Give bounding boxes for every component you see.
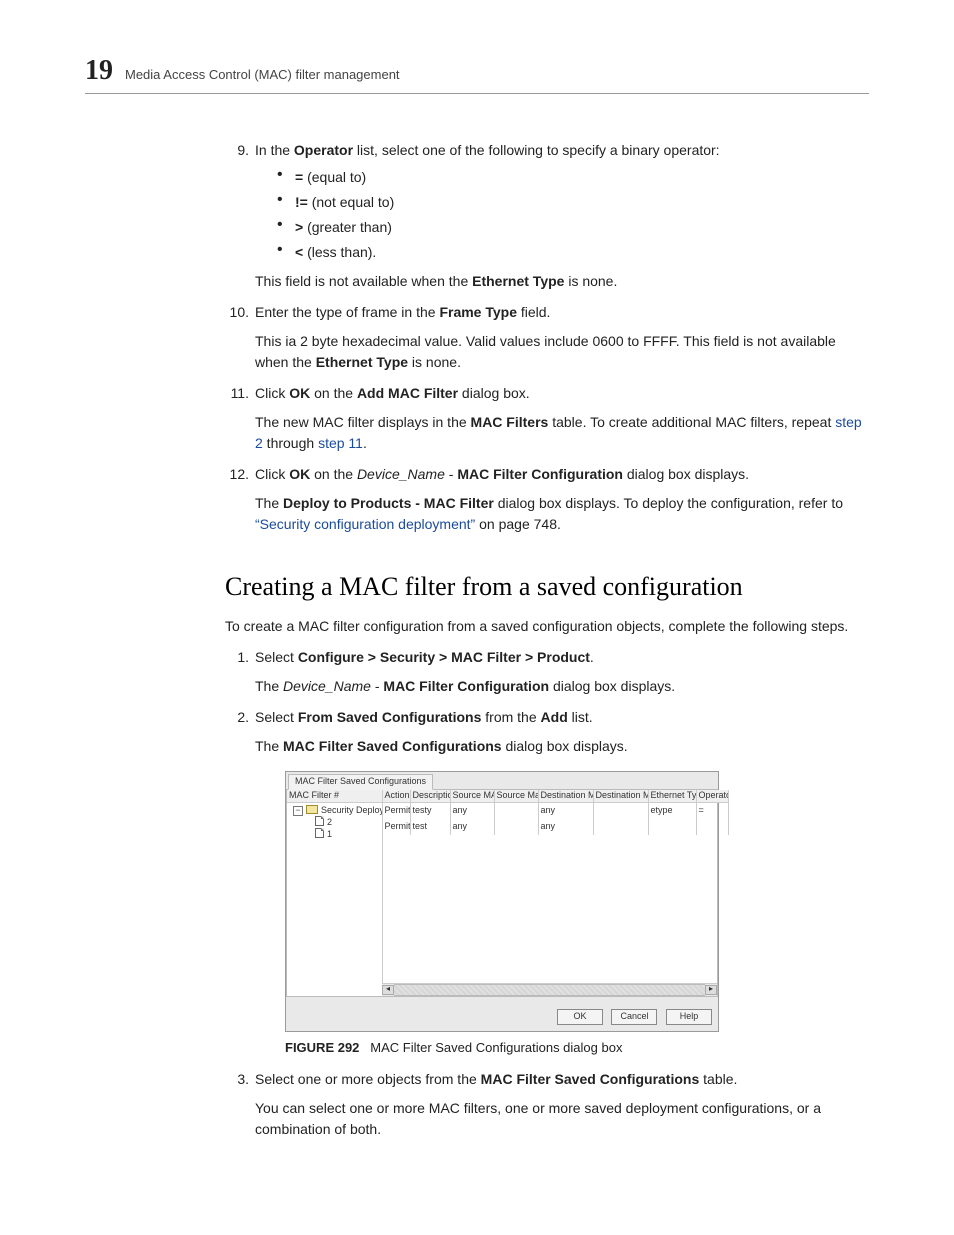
cell-dstmac: any bbox=[538, 819, 593, 835]
cell-op bbox=[696, 819, 728, 835]
create-step-1: Select Configure > Security > MAC Filter… bbox=[225, 647, 869, 697]
page-header: 19 Media Access Control (MAC) filter man… bbox=[85, 55, 869, 94]
create-step-2: Select From Saved Configurations from th… bbox=[225, 707, 869, 1057]
tree-panel[interactable]: − Security Deployment 2 1 bbox=[287, 802, 382, 983]
scroll-left-icon[interactable]: ◂ bbox=[382, 985, 394, 995]
bullet-equal: = (equal to) bbox=[277, 167, 869, 188]
cell-op: = bbox=[696, 802, 728, 819]
cell-etype: etype bbox=[648, 802, 696, 819]
th-description[interactable]: Description bbox=[410, 790, 450, 802]
cell-action: Permit bbox=[382, 819, 410, 835]
th-source-mac[interactable]: Source MAC bbox=[450, 790, 494, 802]
th-dest-mac[interactable]: Destination MAC bbox=[538, 790, 593, 802]
cell-srcmac: any bbox=[450, 802, 494, 819]
tree-root[interactable]: Security Deployment bbox=[321, 805, 382, 815]
th-operator[interactable]: Operator bbox=[696, 790, 728, 802]
page: 19 Media Access Control (MAC) filter man… bbox=[0, 0, 954, 1235]
step11-text: Click OK on the Add MAC Filter dialog bo… bbox=[255, 385, 530, 401]
step9-bullets: = (equal to) != (not equal to) > (greate… bbox=[277, 167, 869, 263]
step-12: Click OK on the Device_Name - MAC Filter… bbox=[225, 464, 869, 535]
step12-text: Click OK on the Device_Name - MAC Filter… bbox=[255, 466, 749, 482]
cell-desc: test bbox=[410, 819, 450, 835]
step-9: In the Operator list, select one of the … bbox=[225, 140, 869, 292]
table-empty-area bbox=[382, 835, 728, 983]
s1-text: Select Configure > Security > MAC Filter… bbox=[255, 649, 594, 665]
cell-etype bbox=[648, 819, 696, 835]
cell-action: Permit bbox=[382, 802, 410, 819]
scroll-right-icon[interactable]: ▸ bbox=[705, 985, 717, 995]
bullet-greater: > (greater than) bbox=[277, 217, 869, 238]
th-action[interactable]: Action bbox=[382, 790, 410, 802]
tree-collapse-icon[interactable]: − bbox=[293, 806, 303, 816]
step10-text: Enter the type of frame in the Frame Typ… bbox=[255, 304, 550, 320]
cell-srcmask bbox=[494, 819, 538, 835]
tree-item-2[interactable]: 2 bbox=[327, 817, 332, 827]
th-mac-filter-num[interactable]: MAC Filter # bbox=[287, 790, 382, 802]
steps-continued: In the Operator list, select one of the … bbox=[225, 140, 869, 535]
step-11: Click OK on the Add MAC Filter dialog bo… bbox=[225, 383, 869, 454]
s3-note: You can select one or more MAC filters, … bbox=[255, 1098, 869, 1140]
figure-292: MAC Filter Saved Configurations MAC Filt… bbox=[285, 771, 869, 1032]
document-icon bbox=[315, 816, 324, 826]
step12-note: The Deploy to Products - MAC Filter dial… bbox=[255, 493, 869, 535]
ok-button[interactable]: OK bbox=[557, 1009, 603, 1025]
cell-desc: testy bbox=[410, 802, 450, 819]
cancel-button[interactable]: Cancel bbox=[611, 1009, 657, 1025]
s1-note: The Device_Name - MAC Filter Configurati… bbox=[255, 676, 869, 697]
section-intro: To create a MAC filter configuration fro… bbox=[225, 616, 869, 637]
create-step-3: Select one or more objects from the MAC … bbox=[225, 1069, 869, 1140]
scroll-track[interactable] bbox=[394, 984, 705, 996]
s3-text: Select one or more objects from the MAC … bbox=[255, 1071, 737, 1087]
table-header-row: MAC Filter # Action Description Source M… bbox=[287, 790, 728, 802]
content-area: In the Operator list, select one of the … bbox=[225, 140, 869, 1140]
steps-create: Select Configure > Security > MAC Filter… bbox=[225, 647, 869, 1140]
step11-note: The new MAC filter displays in the MAC F… bbox=[255, 412, 869, 454]
dialog-mac-filter-saved: MAC Filter Saved Configurations MAC Filt… bbox=[285, 771, 719, 1032]
step9-text: In the Operator list, select one of the … bbox=[255, 142, 720, 158]
chapter-title: Media Access Control (MAC) filter manage… bbox=[125, 67, 400, 82]
cell-dstmask bbox=[593, 802, 648, 819]
step10-note: This ia 2 byte hexadecimal value. Valid … bbox=[255, 331, 869, 373]
step-10: Enter the type of frame in the Frame Typ… bbox=[225, 302, 869, 373]
dialog-table: MAC Filter # Action Description Source M… bbox=[286, 789, 718, 997]
folder-icon bbox=[306, 805, 318, 814]
cell-dstmac: any bbox=[538, 802, 593, 819]
chapter-number: 19 bbox=[85, 55, 113, 87]
cell-srcmask bbox=[494, 802, 538, 819]
link-security-deploy[interactable]: “Security configuration deployment” bbox=[255, 516, 475, 532]
tree-item-1[interactable]: 1 bbox=[327, 829, 332, 839]
figure-caption: FIGURE 292 MAC Filter Saved Configuratio… bbox=[285, 1038, 869, 1058]
th-ethernet-type[interactable]: Ethernet Type bbox=[648, 790, 696, 802]
bullet-not-equal: != (not equal to) bbox=[277, 192, 869, 213]
link-step11[interactable]: step 11 bbox=[318, 435, 363, 451]
dialog-buttons: OK Cancel Help bbox=[286, 997, 718, 1031]
horizontal-scrollbar[interactable]: ◂ ▸ bbox=[382, 983, 717, 996]
th-source-mask[interactable]: Source Mask bbox=[494, 790, 538, 802]
s2-text: Select From Saved Configurations from th… bbox=[255, 709, 593, 725]
bullet-less: < (less than). bbox=[277, 242, 869, 263]
cell-dstmask bbox=[593, 819, 648, 835]
section-heading: Creating a MAC filter from a saved confi… bbox=[225, 567, 869, 606]
th-dest-mask[interactable]: Destination Mask bbox=[593, 790, 648, 802]
cell-srcmac: any bbox=[450, 819, 494, 835]
help-button[interactable]: Help bbox=[666, 1009, 712, 1025]
dialog-tab[interactable]: MAC Filter Saved Configurations bbox=[288, 774, 433, 790]
step9-note: This field is not available when the Eth… bbox=[255, 271, 869, 292]
s2-note: The MAC Filter Saved Configurations dial… bbox=[255, 736, 869, 757]
document-icon bbox=[315, 828, 324, 838]
